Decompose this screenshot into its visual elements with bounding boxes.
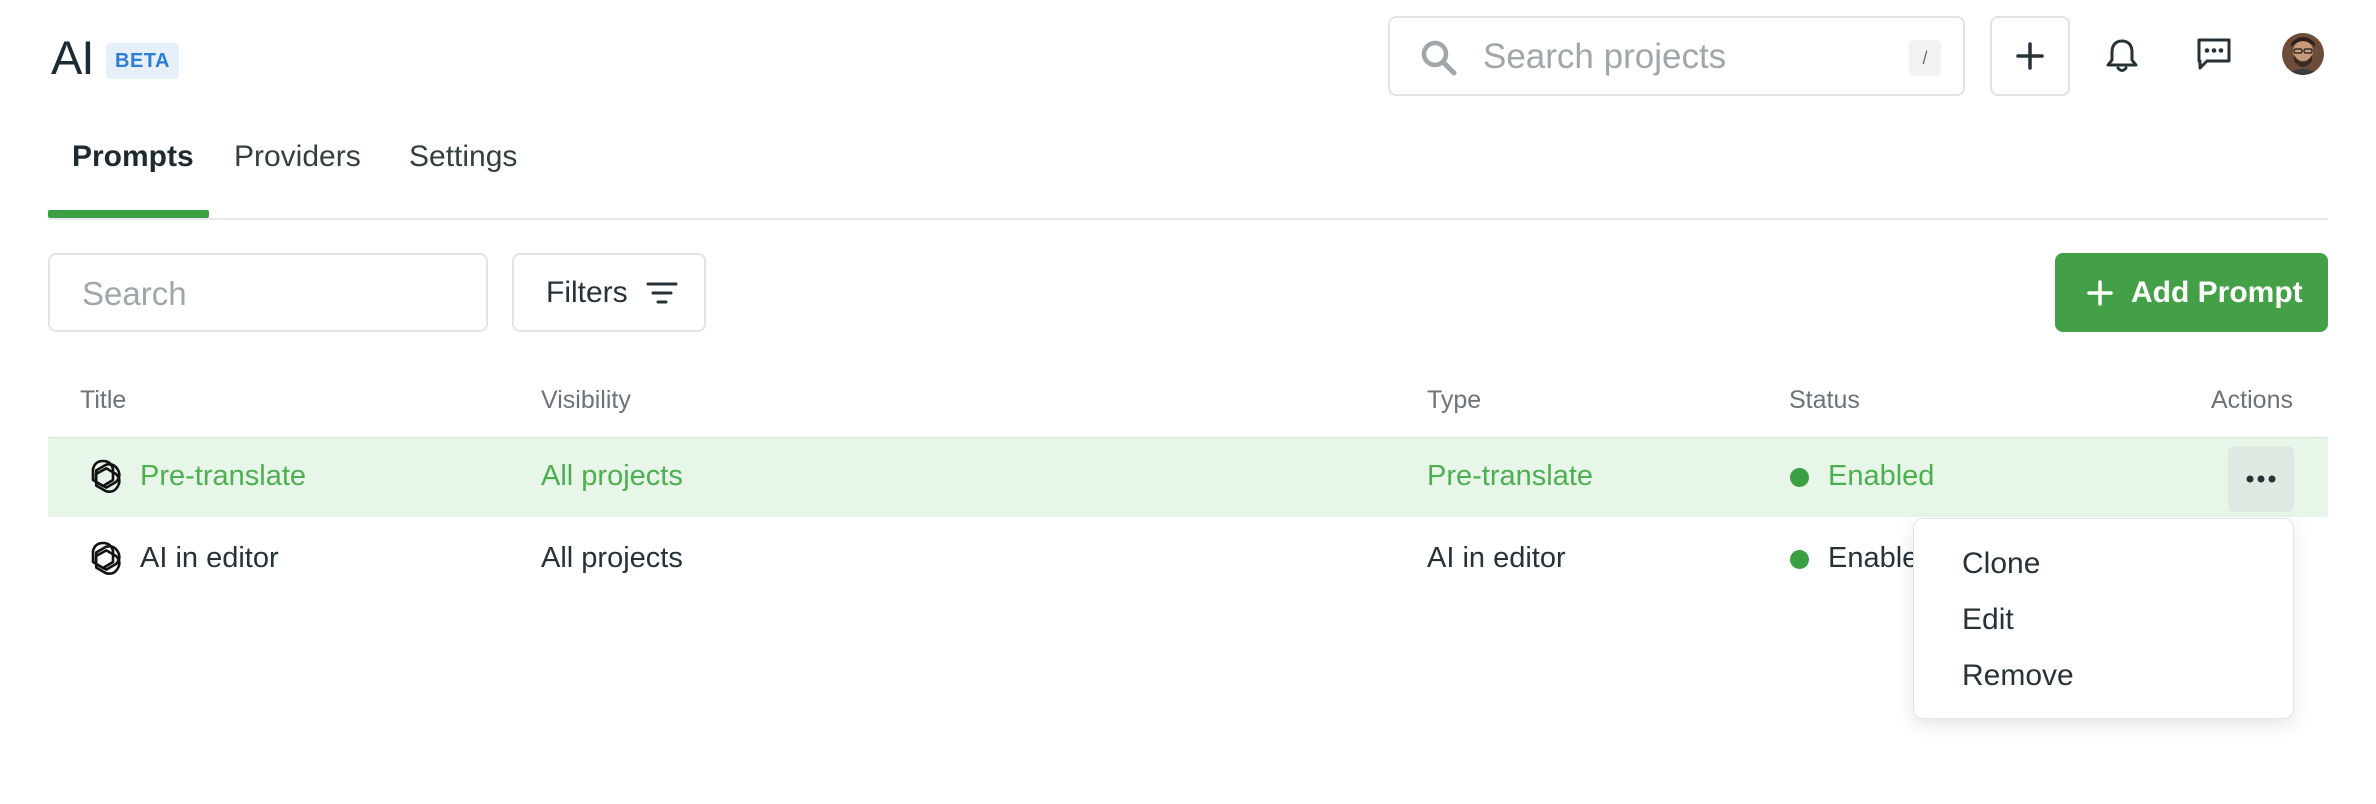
avatar-image <box>2282 33 2324 75</box>
prompt-type: AI in editor <box>1427 542 1566 574</box>
column-header-type[interactable]: Type <box>1427 386 1481 415</box>
prompt-search-box[interactable] <box>48 253 488 332</box>
project-search-box[interactable]: / <box>1388 16 1965 96</box>
column-header-status[interactable]: Status <box>1789 386 1860 415</box>
project-search-input[interactable] <box>1483 32 1883 82</box>
column-header-title[interactable]: Title <box>80 386 126 415</box>
tab-bar: Prompts Providers Settings <box>48 120 2328 220</box>
status-dot-icon <box>1790 550 1809 569</box>
chat-icon <box>2197 38 2231 70</box>
prompt-visibility: All projects <box>541 460 683 492</box>
plus-icon <box>2087 279 2113 306</box>
prompt-type: Pre-translate <box>1427 460 1594 492</box>
app-title: AI <box>51 31 94 84</box>
filters-button[interactable]: Filters <box>512 253 706 332</box>
messages-button[interactable] <box>2180 22 2248 86</box>
column-header-visibility[interactable]: Visibility <box>541 386 631 415</box>
status-dot-icon <box>1790 468 1809 487</box>
tab-settings[interactable]: Settings <box>409 140 517 174</box>
table-row[interactable]: Pre-translate All projects Pre-translate… <box>48 437 2328 517</box>
row-actions-menu: Clone Edit Remove <box>1913 518 2294 719</box>
active-tab-indicator <box>48 210 209 218</box>
notifications-button[interactable] <box>2090 24 2154 88</box>
filter-icon <box>646 282 678 304</box>
bell-icon <box>2106 39 2138 72</box>
menu-item-remove[interactable]: Remove <box>1962 659 2074 693</box>
row-actions-button[interactable] <box>2228 446 2294 512</box>
search-shortcut-hint: / <box>1909 40 1941 76</box>
beta-badge: BETA <box>106 43 179 79</box>
openai-icon <box>91 459 121 494</box>
add-prompt-button[interactable]: Add Prompt <box>2055 253 2328 332</box>
user-avatar[interactable] <box>2282 33 2324 75</box>
create-button[interactable] <box>1990 16 2070 96</box>
more-horizontal-icon <box>2246 475 2276 483</box>
tab-providers[interactable]: Providers <box>234 140 361 174</box>
openai-icon <box>91 541 121 576</box>
menu-item-edit[interactable]: Edit <box>1962 603 2014 637</box>
filters-label: Filters <box>546 275 628 309</box>
prompt-title[interactable]: Pre-translate <box>140 460 306 493</box>
add-prompt-label: Add Prompt <box>2131 275 2303 309</box>
prompt-search-input[interactable] <box>82 269 462 319</box>
menu-item-clone[interactable]: Clone <box>1962 547 2040 581</box>
prompt-title[interactable]: AI in editor <box>140 542 279 575</box>
tab-prompts[interactable]: Prompts <box>72 140 194 174</box>
prompt-visibility: All projects <box>541 542 683 574</box>
search-icon <box>1421 40 1457 76</box>
column-header-actions: Actions <box>2211 386 2293 414</box>
prompt-status: Enabled <box>1828 460 1935 492</box>
plus-icon <box>2016 42 2044 70</box>
